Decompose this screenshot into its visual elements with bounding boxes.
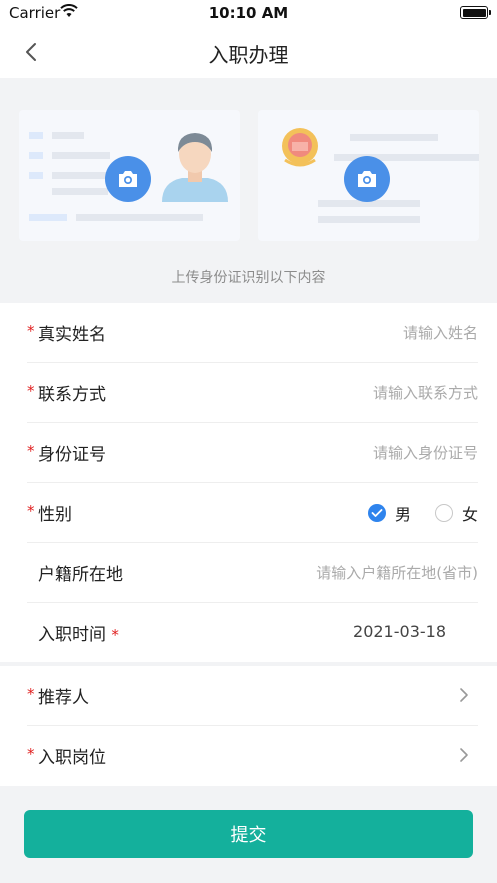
gender-label: 性别	[38, 505, 72, 525]
required-mark: *	[27, 322, 35, 340]
referrer-row[interactable]: * 推荐人	[27, 666, 478, 726]
required-mark: *	[27, 502, 35, 520]
position-row[interactable]: * 入职岗位	[27, 726, 478, 786]
name-row[interactable]: * 真实姓名 请输入姓名	[27, 303, 478, 363]
referrer-label: 推荐人	[38, 688, 89, 708]
gender-female-radio[interactable]	[434, 504, 453, 522]
hukou-row[interactable]: 户籍所在地 请输入户籍所在地(省市)	[27, 543, 478, 603]
basic-info-form: * 真实姓名 请输入姓名 * 联系方式 请输入联系方式 * 身份证号 请输入身份…	[0, 303, 497, 662]
national-emblem-icon	[282, 128, 318, 167]
camera-icon	[358, 171, 376, 187]
hire-date-label: 入职时间 *	[38, 625, 119, 645]
id-number-label: 身份证号	[38, 445, 106, 465]
chevron-right-icon	[460, 688, 468, 702]
gender-radio-group: 男 女	[367, 501, 478, 525]
id-number-input[interactable]: 请输入身份证号	[373, 442, 478, 463]
required-mark: *	[27, 745, 35, 763]
contact-input[interactable]: 请输入联系方式	[373, 382, 478, 403]
camera-button[interactable]	[105, 156, 151, 202]
submit-button[interactable]: 提交	[24, 810, 473, 858]
position-form: * 推荐人 * 入职岗位	[0, 666, 497, 786]
required-mark: *	[111, 626, 119, 644]
id-number-row[interactable]: * 身份证号 请输入身份证号	[27, 423, 478, 483]
clock: 10:10 AM	[208, 4, 289, 22]
name-label: 真实姓名	[38, 325, 106, 345]
id-card-front-upload[interactable]	[19, 110, 240, 241]
gender-male-label[interactable]: 男	[395, 501, 411, 525]
gender-male-radio[interactable]	[367, 504, 386, 522]
nav-bar: 入职办理	[0, 26, 497, 78]
hukou-label: 户籍所在地	[38, 565, 123, 585]
checkmark-icon	[371, 509, 383, 517]
camera-button[interactable]	[344, 156, 390, 202]
status-bar: Carrier 10:10 AM	[0, 0, 497, 26]
name-input[interactable]: 请输入姓名	[403, 322, 478, 343]
required-mark: *	[27, 685, 35, 703]
battery-icon	[460, 6, 491, 19]
hire-date-value[interactable]: 2021-03-18	[353, 622, 446, 641]
portrait-icon	[162, 133, 228, 202]
id-upload-area: 上传身份证识别以下内容	[0, 78, 497, 303]
position-label: 入职岗位	[38, 748, 106, 768]
hukou-input[interactable]: 请输入户籍所在地(省市)	[316, 562, 478, 583]
upload-hint: 上传身份证识别以下内容	[171, 270, 326, 286]
hire-date-row[interactable]: 入职时间 * 2021-03-18	[27, 603, 478, 663]
page-title: 入职办理	[208, 43, 289, 67]
required-mark: *	[27, 382, 35, 400]
contact-row[interactable]: * 联系方式 请输入联系方式	[27, 363, 478, 423]
chevron-right-icon	[460, 748, 468, 762]
camera-icon	[119, 171, 137, 187]
gender-row: * 性别 男 女	[27, 483, 478, 543]
gender-female-label[interactable]: 女	[462, 501, 478, 525]
contact-label: 联系方式	[38, 385, 106, 405]
required-mark: *	[27, 442, 35, 460]
id-card-back-upload[interactable]	[258, 110, 479, 241]
